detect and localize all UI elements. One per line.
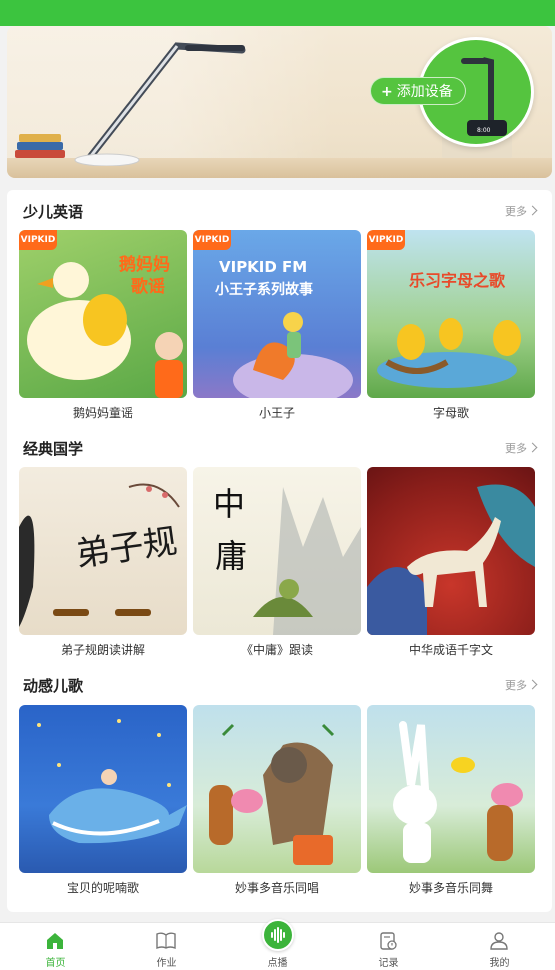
album-cover: 乐习字母之歌 VIPKID — [367, 230, 535, 398]
book-icon — [156, 932, 176, 950]
album-title: 中华成语千字文 — [408, 643, 493, 657]
svg-text:弟子规: 弟子规 — [73, 521, 180, 575]
add-device-button[interactable]: + 添加设备 — [370, 77, 466, 105]
album-cover — [367, 705, 535, 873]
record-icon — [380, 932, 397, 950]
tab-records[interactable]: 记录 — [333, 923, 444, 970]
chevron-right-icon — [527, 205, 538, 216]
status-bar — [0, 0, 555, 26]
album-card[interactable]: 鹅妈妈 歌谣 VIPKID 鹅妈妈童谣 — [19, 230, 187, 421]
album-card[interactable]: 妙事多音乐同舞 — [367, 705, 535, 896]
album-title: 字母歌 — [432, 406, 469, 420]
svg-text:鹅妈妈: 鹅妈妈 — [119, 254, 170, 275]
album-cover — [367, 467, 535, 635]
album-cover — [193, 705, 361, 873]
album-card[interactable]: 妙事多音乐同唱 — [193, 705, 361, 896]
album-card[interactable]: 弟子规 弟子规朗读讲解 — [19, 467, 187, 658]
desk-lamp-image — [74, 42, 246, 166]
album-cover: 弟子规 — [19, 467, 187, 635]
album-card[interactable]: 中华成语千字文 — [367, 467, 535, 658]
chevron-right-icon — [527, 679, 538, 690]
svg-text:VIPKID FM: VIPKID FM — [219, 258, 307, 276]
vipkid-badge: VIPKID — [19, 230, 57, 250]
album-cover — [19, 705, 187, 873]
add-device-label: 添加设备 — [396, 84, 453, 100]
album-title: 鹅妈妈童谣 — [72, 406, 133, 420]
album-cover: VIPKID FM 小王子系列故事 VIPKID — [193, 230, 361, 398]
tab-label: 点播 — [267, 958, 288, 969]
vipkid-badge: VIPKID — [367, 230, 405, 250]
chevron-right-icon — [527, 442, 538, 453]
user-icon — [490, 932, 508, 950]
album-cover: 中 庸 — [193, 467, 361, 635]
tab-label: 首页 — [45, 958, 66, 969]
tab-label: 记录 — [378, 958, 399, 969]
album-title: 宝贝的呢喃歌 — [66, 881, 139, 895]
audio-wave-icon — [271, 927, 285, 943]
more-link-songs[interactable]: 更多 — [505, 677, 538, 693]
section-title-songs: 动感儿歌 — [23, 677, 84, 695]
album-card[interactable]: 宝贝的呢喃歌 — [19, 705, 187, 896]
svg-text:歌谣: 歌谣 — [131, 276, 165, 297]
play-center-button[interactable] — [262, 919, 294, 951]
more-link-guoxue[interactable]: 更多 — [505, 440, 538, 456]
home-icon — [47, 933, 63, 949]
album-title: 小王子 — [258, 406, 295, 420]
tab-label: 我的 — [489, 958, 510, 969]
more-link-english[interactable]: 更多 — [505, 203, 538, 219]
svg-text:小王子系列故事: 小王子系列故事 — [215, 281, 313, 298]
album-card[interactable]: 中 庸 《中庸》跟读 — [193, 467, 361, 658]
tab-profile[interactable]: 我的 — [444, 923, 555, 970]
content-panel: 少儿英语 更多 鹅妈妈 歌谣 VIPKID 鹅妈妈童谣 VIPKID FM 小王… — [7, 190, 552, 912]
tab-homework[interactable]: 作业 — [111, 923, 222, 970]
tab-home[interactable]: 首页 — [0, 923, 111, 970]
vipkid-badge: VIPKID — [193, 230, 231, 250]
album-title: 《中庸》跟读 — [240, 643, 313, 657]
section-title-guoxue: 经典国学 — [23, 440, 84, 458]
album-title: 妙事多音乐同唱 — [234, 881, 319, 895]
svg-text:庸: 庸 — [215, 537, 247, 575]
svg-text:中: 中 — [213, 485, 245, 523]
album-cover: 鹅妈妈 歌谣 VIPKID — [19, 230, 187, 398]
album-card[interactable]: VIPKID FM 小王子系列故事 VIPKID 小王子 — [193, 230, 361, 421]
svg-text:8:00: 8:00 — [477, 127, 491, 134]
section-title-english: 少儿英语 — [23, 203, 84, 221]
tab-label: 作业 — [156, 958, 177, 969]
album-title: 弟子规朗读讲解 — [60, 643, 145, 657]
svg-text:乐习字母之歌: 乐习字母之歌 — [409, 271, 506, 290]
plus-icon: + — [381, 84, 393, 100]
album-title: 妙事多音乐同舞 — [408, 881, 493, 895]
album-card[interactable]: 乐习字母之歌 VIPKID 字母歌 — [367, 230, 535, 421]
